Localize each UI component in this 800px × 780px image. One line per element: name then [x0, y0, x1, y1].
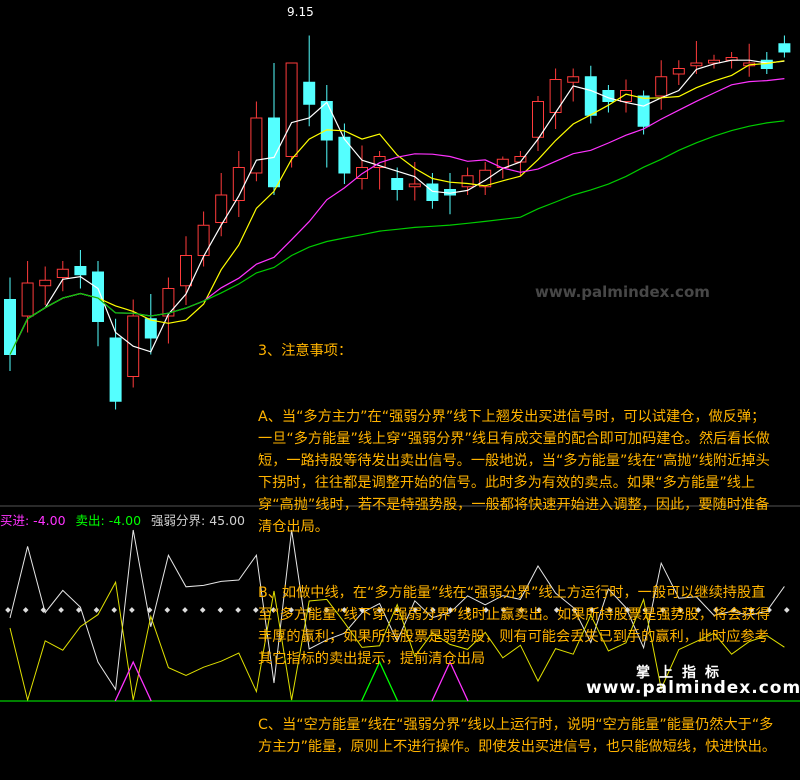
candle-body — [567, 76, 580, 83]
boundary-dot — [129, 607, 135, 613]
candle-body — [144, 318, 157, 339]
candle-body — [338, 136, 351, 174]
candle-body — [672, 68, 685, 75]
note-section-c: C、当“空方能量”线在“强弱分界”线以上运行时，说明“空方能量”能量仍然大于“多… — [258, 717, 777, 755]
candle-body — [56, 268, 69, 278]
boundary-dot — [182, 607, 188, 613]
boundary-dot — [783, 607, 790, 613]
boundary-dot — [164, 607, 171, 613]
candle-body — [637, 95, 650, 127]
candle-body — [408, 183, 421, 188]
legend-sell: 卖出: -4.00 — [75, 513, 142, 528]
boundary-dot — [217, 607, 224, 613]
candle-body — [109, 337, 122, 402]
boundary-dot — [111, 607, 118, 613]
notes-text-block: 3、注意事项： A、当“多方主力”在“强弱分界”线下上翘发出买进信号时，可以试建… — [258, 296, 778, 780]
legend-buy: 买进: -4.00 — [0, 513, 66, 528]
candle-body — [74, 266, 87, 276]
candle-body — [250, 117, 263, 174]
boundary-dot — [235, 607, 241, 613]
watermark-url: www.palmindex.com — [586, 678, 800, 698]
candle-body — [197, 224, 210, 256]
signal-marker — [114, 660, 152, 702]
boundary-dot — [22, 607, 29, 613]
boundary-dot — [5, 607, 11, 613]
candle-body — [690, 62, 703, 67]
candle-body — [461, 175, 474, 188]
candle-body — [320, 101, 333, 141]
candle-body — [655, 76, 668, 97]
candle-body — [21, 282, 34, 317]
candle-body — [778, 43, 791, 53]
candle-body — [303, 81, 316, 105]
peak-price-label: 9.15 — [287, 5, 314, 19]
candle-body — [584, 76, 597, 116]
note-section-b: B、如做中线，在“多方能量”线在“强弱分界”线上方运行时，一般可以继续持股直至“… — [258, 585, 770, 667]
candle-body — [180, 255, 192, 287]
boundary-dot — [58, 607, 64, 613]
indicator-legend: 买进: -4.00 卖出: -4.00 强弱分界: 45.00 — [0, 510, 251, 529]
candle-body — [285, 62, 298, 157]
note-heading: 3、注意事项： — [258, 343, 353, 359]
candle-body — [532, 101, 544, 138]
note-section-a: A、当“多方主力”在“强弱分界”线下上翘发出买进信号时，可以试建仓，做反弹；一旦… — [258, 409, 770, 535]
candle-body — [39, 279, 52, 287]
candle-body — [391, 178, 404, 190]
candle-body — [268, 117, 280, 188]
boundary-dot — [199, 607, 206, 613]
legend-boundary: 强弱分界: 45.00 — [151, 513, 246, 528]
boundary-dot — [93, 607, 100, 613]
